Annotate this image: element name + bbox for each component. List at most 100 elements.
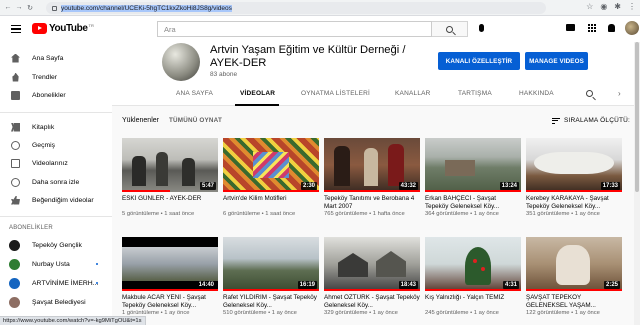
search-placeholder: Ara [164,25,176,34]
tab-playlists[interactable]: OYNATMA LİSTELERİ [301,90,370,97]
video-duration: 5:47 [199,182,216,190]
extension-icon[interactable]: ◉ [600,2,607,11]
video-thumbnail[interactable]: 5:47 [122,138,218,192]
video-title[interactable]: Erkan BAHÇECİ - Şavşat Tepeköy Gelenekse… [425,195,521,211]
sidebar-item-home[interactable]: Ana Sayfa [0,49,112,67]
video-title[interactable]: Kerebey KARAKAYA - Şavşat Tepeköy Gelene… [526,195,622,211]
tab-home[interactable]: ANA SAYFA [176,90,213,97]
tab-about[interactable]: HAKKINDA [519,90,554,97]
video-title[interactable]: Tepeköy Tanıtımı ve Berobana 4 Mart 2007 [324,195,420,211]
video-card[interactable]: 2:30 Artvin'de Kilim Motifleri 6 görüntü… [223,138,319,217]
search-icon [446,25,453,33]
sort-by-button[interactable]: SIRALAMA ÖLÇÜTÜ: [552,117,630,124]
sidebar-divider [0,216,112,217]
video-title[interactable]: Artvin'de Kilim Motifleri [223,195,319,211]
video-thumbnail[interactable]: 14:40 [122,237,218,291]
video-card[interactable]: 2:25 ŞAVŞAT TEPEKÖY GELENEKSEL YAŞAM... … [526,237,622,316]
chevron-right-icon[interactable]: › [618,89,621,98]
youtube-logo[interactable]: YouTube TR [32,23,94,34]
sidebar-subscription-artvinime[interactable]: ARTVİNİME İMERH... [0,274,112,292]
video-meta: 6 görüntüleme • 1 saat önce [223,211,296,217]
video-thumbnail[interactable]: 2:25 [526,237,622,291]
video-title[interactable]: ŞAVŞAT TEPEKÖY GELENEKSEL YAŞAM... [526,294,622,310]
sidebar-item-library[interactable]: Kitaplık [0,118,112,136]
video-thumbnail[interactable]: 18:43 [324,237,420,291]
video-thumbnail[interactable]: 17:33 [526,138,622,192]
star-icon[interactable]: ☆ [586,2,593,11]
sidebar-item-trending[interactable]: Trendler [0,68,112,86]
page-scrollbar[interactable] [634,42,640,325]
video-meta: 351 görüntüleme • 1 ay önce [526,211,600,217]
tab-videos[interactable]: VİDEOLAR [240,90,275,97]
channel-avatar [9,258,20,270]
video-title[interactable]: Makbule ACAR YENİ - Şavşat Tepeköy Gelen… [122,294,218,310]
video-meta: 364 görüntüleme • 1 ay önce [425,211,499,217]
video-thumbnail[interactable]: 4:31 [425,237,521,291]
back-arrow-icon[interactable]: ← [3,4,13,11]
account-avatar[interactable] [625,21,639,35]
forward-arrow-icon[interactable]: → [14,4,24,11]
video-meta: 122 görüntüleme • 1 ay önce [526,310,600,316]
link-status-bar: https://www.youtube.com/watch?v=-kg9MiTg… [0,316,146,325]
video-meta: 510 görüntüleme • 1 ay önce [223,310,297,316]
channel-search-icon[interactable] [586,90,593,97]
video-card[interactable]: 13:24 Erkan BAHÇECİ - Şavşat Tepeköy Gel… [425,138,521,217]
home-icon [11,53,20,63]
video-title[interactable]: Kış Yalnızlığı - Yalçın TEMİZ [425,294,521,310]
watch-progress [122,289,218,291]
video-card[interactable]: 5:47 ESKİ GÜNLER - AYEK-DER 5 görüntülem… [122,138,218,217]
channel-avatar [9,277,20,289]
channel-avatar[interactable] [162,43,200,81]
video-thumbnail[interactable]: 16:19 [223,237,319,291]
video-card[interactable]: 17:33 Kerebey KARAKAYA - Şavşat Tepeköy … [526,138,622,217]
video-meta: 765 görüntüleme • 1 hafta önce [324,211,405,217]
video-meta: 245 görüntüleme • 1 ay önce [425,310,499,316]
watch-later-icon [11,177,20,187]
video-card[interactable]: 16:19 Rafet YILDIRIM - Şavşat Tepeköy Ge… [223,237,319,316]
sidebar-item-your-videos[interactable]: Videolarınız [0,154,112,172]
video-duration: 2:25 [603,281,620,289]
hamburger-menu-icon[interactable] [11,25,21,33]
video-title[interactable]: ESKİ GÜNLER - AYEK-DER [122,195,218,211]
video-card[interactable]: 14:40 Makbule ACAR YENİ - Şavşat Tepeköy… [122,237,218,316]
trending-icon [12,72,19,82]
address-bar[interactable]: youtube.com/channel/UCEKi-5hgTC1kxZkoHi8… [46,2,546,14]
watch-progress [324,190,420,192]
puzzle-icon[interactable]: ✱ [614,2,621,11]
play-all-button[interactable]: TÜMÜNÜ OYNAT [169,117,222,124]
notifications-bell-icon[interactable] [608,24,615,32]
video-thumbnail[interactable]: 43:32 [324,138,420,192]
video-duration: 13:24 [499,182,519,190]
sidebar-subscription-nurbay[interactable]: Nurbay Usta [0,255,112,273]
customize-channel-button[interactable]: KANALI ÖZELLEŞTİR [438,52,520,70]
tab-discussion[interactable]: TARTIŞMA [458,90,492,97]
video-thumbnail[interactable]: 13:24 [425,138,521,192]
video-card[interactable]: 4:31 Kış Yalnızlığı - Yalçın TEMİZ 245 g… [425,237,521,316]
manage-videos-button[interactable]: MANAGE VIDEOS [525,52,588,70]
apps-grid-icon[interactable] [588,24,596,32]
tab-channels[interactable]: KANALLAR [395,90,431,97]
sidebar-item-history[interactable]: Geçmiş [0,136,112,154]
video-title[interactable]: Ahmet ÖZTÜRK - Şavşat Tepeköy Geleneksel… [324,294,420,310]
scrollbar-thumb[interactable] [635,42,639,192]
create-video-icon[interactable] [566,24,575,31]
sidebar-item-liked-videos[interactable]: Beğendiğim videolar [0,191,112,209]
browser-window: ← → ↻ youtube.com/channel/UCEKi-5hgTC1kx… [0,0,640,325]
video-card[interactable]: 18:43 Ahmet ÖZTÜRK - Şavşat Tepeköy Gele… [324,237,420,316]
menu-dots-icon[interactable]: ⋮ [628,2,636,11]
search-button[interactable] [432,21,468,37]
sidebar-subscription-savsat[interactable]: Şavşat Belediyesi [0,293,112,311]
sidebar-subscription-tepekoy[interactable]: Tepeköy Gençlik [0,236,112,254]
video-duration: 2:30 [300,182,317,190]
channel-page: Artvin Yaşam Eğitim ve Kültür Derneği / … [112,42,640,325]
video-duration: 16:19 [297,281,317,289]
search-input[interactable]: Ara [157,21,432,37]
video-thumbnail[interactable]: 2:30 [223,138,319,192]
sidebar-item-subscriptions[interactable]: Abonelikler [0,86,112,104]
sidebar-item-watch-later[interactable]: Daha sonra izle [0,173,112,191]
video-title[interactable]: Rafet YILDIRIM - Şavşat Tepeköy Geleneks… [223,294,319,310]
microphone-icon[interactable] [479,24,484,32]
video-card[interactable]: 43:32 Tepeköy Tanıtımı ve Berobana 4 Mar… [324,138,420,217]
reload-icon[interactable]: ↻ [25,4,35,12]
video-meta: 5 görüntüleme • 1 saat önce [122,211,195,217]
